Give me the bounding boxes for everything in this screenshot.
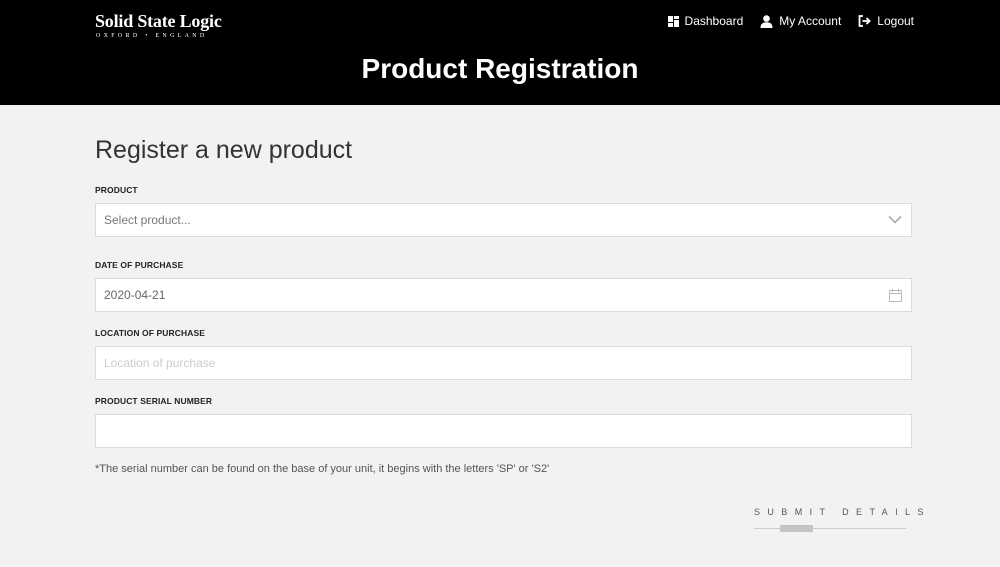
page-title: Product Registration [361,53,639,84]
form-heading: Register a new product [95,136,353,164]
nav-logout[interactable]: Logout [858,14,914,28]
submit-button[interactable]: SUBMIT DETAILS [754,505,931,535]
dashboard-icon [667,15,679,27]
product-select[interactable]: Select product... [95,203,912,237]
date-label: DATE OF PURCHASE [95,260,184,270]
product-select-value: Select product... [104,213,191,227]
serial-label: PRODUCT SERIAL NUMBER [95,396,213,406]
location-label: LOCATION OF PURCHASE [95,328,205,338]
logo-tagline: OXFORD • ENGLAND [96,33,208,39]
location-input[interactable] [104,347,864,379]
submit-indicator [780,525,813,532]
nav-my-account-label: My Account [779,14,842,28]
submit-underline [754,528,906,529]
date-input[interactable] [104,279,864,311]
header-bar: Solid State Logic OXFORD • ENGLAND Dashb… [0,0,1000,105]
location-field[interactable] [95,346,912,380]
chevron-down-icon [888,215,902,224]
nav-logout-label: Logout [877,14,914,28]
serial-input[interactable] [104,415,864,447]
serial-hint: *The serial number can be found on the b… [95,463,550,475]
user-icon [760,14,773,28]
serial-field[interactable] [95,414,912,448]
nav-dashboard-label: Dashboard [684,14,744,28]
nav-dashboard[interactable]: Dashboard [667,14,744,28]
logo-wordmark: Solid State Logic [95,11,222,31]
calendar-icon[interactable] [889,289,902,302]
submit-label: SUBMIT DETAILS [754,507,931,517]
logout-icon [858,15,872,27]
nav-my-account[interactable]: My Account [760,14,841,28]
brand-logo[interactable]: Solid State Logic OXFORD • ENGLAND [95,11,222,40]
product-label: PRODUCT [95,185,138,195]
date-field[interactable] [95,278,912,312]
top-nav: Dashboard My Account Logout [667,14,914,28]
